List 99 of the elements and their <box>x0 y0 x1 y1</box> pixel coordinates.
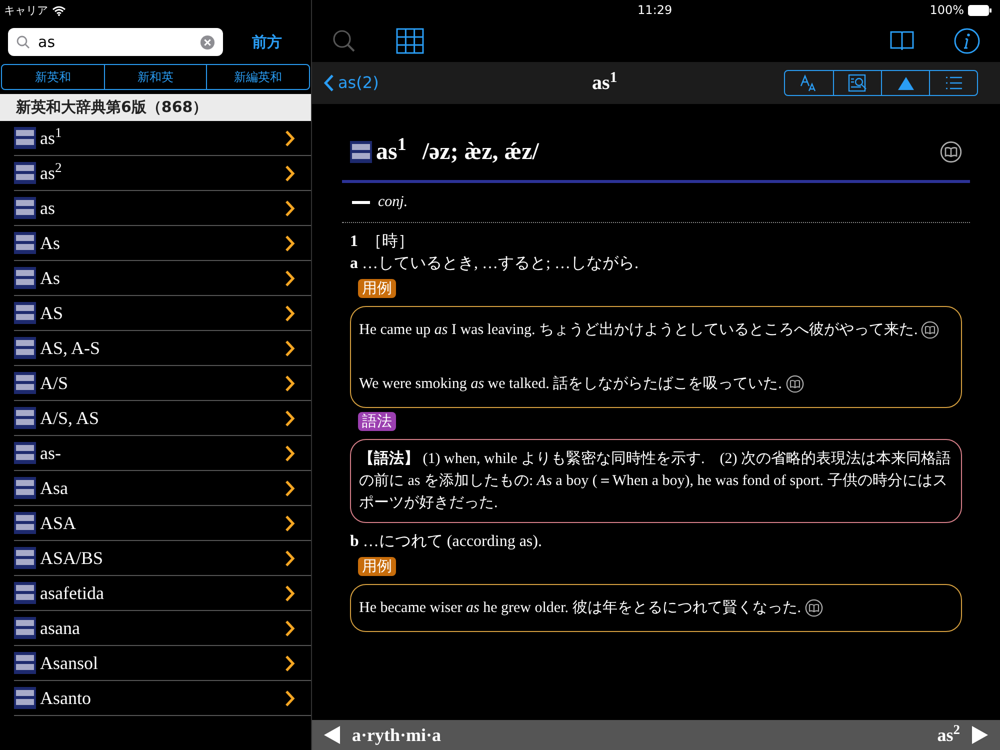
example-sentence: He became wiser as he grew older. 彼は年をとるにつれて賢くなった. <box>359 600 802 616</box>
dictionary-logo-icon <box>14 442 36 464</box>
wifi-icon <box>52 6 66 16</box>
dictionary-logo-icon <box>14 582 36 604</box>
dictionary-logo-icon <box>14 617 36 639</box>
dictionary-logo-icon <box>14 547 36 569</box>
result-item[interactable]: ASA/BS <box>14 541 311 576</box>
battery-icon <box>968 4 992 16</box>
carrier-label: キャリア <box>4 2 48 19</box>
direction-button[interactable]: 前方 <box>231 30 303 54</box>
subsense-letter: a <box>350 254 358 274</box>
dictionary-logo-icon <box>14 512 36 534</box>
list-icon <box>944 76 962 90</box>
book-icon[interactable] <box>786 375 804 394</box>
dictionary-logo-icon <box>14 197 36 219</box>
search-icon <box>16 35 30 49</box>
book-icon[interactable] <box>921 321 940 340</box>
result-item[interactable]: as <box>14 191 311 226</box>
triangle-up-icon <box>898 76 914 90</box>
chevron-right-icon <box>285 374 295 392</box>
chevron-right-icon <box>285 514 295 532</box>
chevron-right-icon <box>285 444 295 462</box>
example-sentence: He came up as I was leaving. ちょうど出かけようとしているところへ彼がやって来た. <box>359 322 918 338</box>
book-icon[interactable] <box>890 30 914 52</box>
dictionary-tab[interactable]: 新和英 <box>104 65 206 89</box>
result-item[interactable]: ASA <box>14 506 311 541</box>
chevron-right-icon <box>285 340 295 356</box>
book-icon[interactable] <box>804 599 823 618</box>
section-tag: 用例 <box>358 278 396 298</box>
chevron-right-icon <box>285 654 295 672</box>
chevron-right-icon <box>285 130 295 146</box>
result-item[interactable]: Asanto <box>14 681 311 716</box>
clock: 11:29 <box>638 2 672 19</box>
subsense-gloss: …につれて (according as). <box>362 532 542 552</box>
chevron-right-icon <box>285 304 295 322</box>
dictionary-logo-icon <box>14 267 36 289</box>
example-sentence: We were smoking as we talked. 話をしながらたばこを吸っていた. <box>359 376 782 392</box>
section-tag: 語法 <box>358 412 396 430</box>
document-search-icon <box>848 74 868 92</box>
dictionary-logo-icon <box>14 372 36 394</box>
result-item[interactable]: as$^{1}$ <box>14 121 311 156</box>
chevron-right-icon <box>285 480 295 496</box>
result-item[interactable]: A/S <box>14 366 311 401</box>
usage-note: 【語法】 (1) when, while よりも緊密な同時性を示す. (2) 次の省略的表現法は本来同格語の前に as を添加したもの: As a boy (＝When a boy), he was fond of sport. 子供の時分にはスポーツが好きだった. <box>350 438 962 522</box>
back-button[interactable]: as(2) <box>324 71 379 95</box>
headword: as$^{1}$ <box>376 134 406 167</box>
result-item[interactable]: as$^{2}$ <box>14 156 311 191</box>
dictionary-logo-icon <box>14 652 36 674</box>
results-header: 新英和大辞典第6版（868） <box>16 97 208 118</box>
search-field[interactable]: as <box>8 28 223 56</box>
book-icon[interactable] <box>940 141 962 163</box>
result-item[interactable]: As <box>14 261 311 296</box>
dictionary-logo-icon <box>14 477 36 499</box>
result-item[interactable]: as- <box>14 436 311 471</box>
entry-title: as$^{1}$ <box>592 68 618 96</box>
sense-label: ［時］ <box>366 232 414 252</box>
sense-number: 1 <box>350 232 358 252</box>
section-tag: 用例 <box>358 556 396 576</box>
part-of-speech: conj. <box>378 193 408 212</box>
chevron-left-icon <box>324 74 334 92</box>
dictionary-logo-icon <box>14 302 36 324</box>
previous-arrow-icon[interactable] <box>324 726 340 744</box>
result-item[interactable]: A/S, AS <box>14 401 311 436</box>
info-icon[interactable] <box>954 28 980 54</box>
result-item[interactable]: Asa <box>14 471 311 506</box>
result-item[interactable]: As <box>14 226 311 261</box>
chevron-right-icon <box>285 690 295 706</box>
result-item[interactable]: asafetida <box>14 576 311 611</box>
chevron-right-icon <box>285 270 295 286</box>
result-item[interactable]: Asansol <box>14 646 311 681</box>
chevron-right-icon <box>285 410 295 426</box>
dictionary-logo-icon <box>14 162 36 184</box>
next-arrow-icon[interactable] <box>972 726 988 744</box>
chevron-right-icon <box>285 234 295 252</box>
dictionary-logo-icon <box>14 687 36 709</box>
dictionary-logo-icon <box>14 407 36 429</box>
previous-entry[interactable]: a·ryth·mi·a <box>352 722 441 748</box>
dictionary-logo-icon <box>14 232 36 254</box>
chevron-right-icon <box>285 200 295 216</box>
pronunciation: /əz; æ̀z, ǽz/ <box>422 138 539 167</box>
next-entry[interactable]: as$^{2}$ <box>937 722 960 748</box>
dictionary-logo-icon <box>14 127 36 149</box>
dictionary-logo-icon <box>350 141 372 163</box>
search-icon[interactable] <box>332 29 356 53</box>
subsense-gloss: …しているとき, …すると; …しながら. <box>362 254 638 274</box>
chevron-right-icon <box>285 550 295 566</box>
chevron-right-icon <box>285 584 295 602</box>
chevron-right-icon <box>285 620 295 636</box>
battery-label: 100% <box>930 2 964 19</box>
result-item[interactable]: asana <box>14 611 311 646</box>
dictionary-tab[interactable]: 新編英和 <box>206 65 309 89</box>
dictionary-logo-icon <box>14 337 36 359</box>
chevron-right-icon <box>285 164 295 182</box>
result-item[interactable]: AS <box>14 296 311 331</box>
subsense-letter: b <box>350 532 359 552</box>
clear-icon[interactable] <box>200 34 215 50</box>
result-item[interactable]: AS, A-S <box>14 331 311 366</box>
dictionary-tab[interactable]: 新英和 <box>2 65 104 89</box>
grid-icon[interactable] <box>396 28 424 54</box>
